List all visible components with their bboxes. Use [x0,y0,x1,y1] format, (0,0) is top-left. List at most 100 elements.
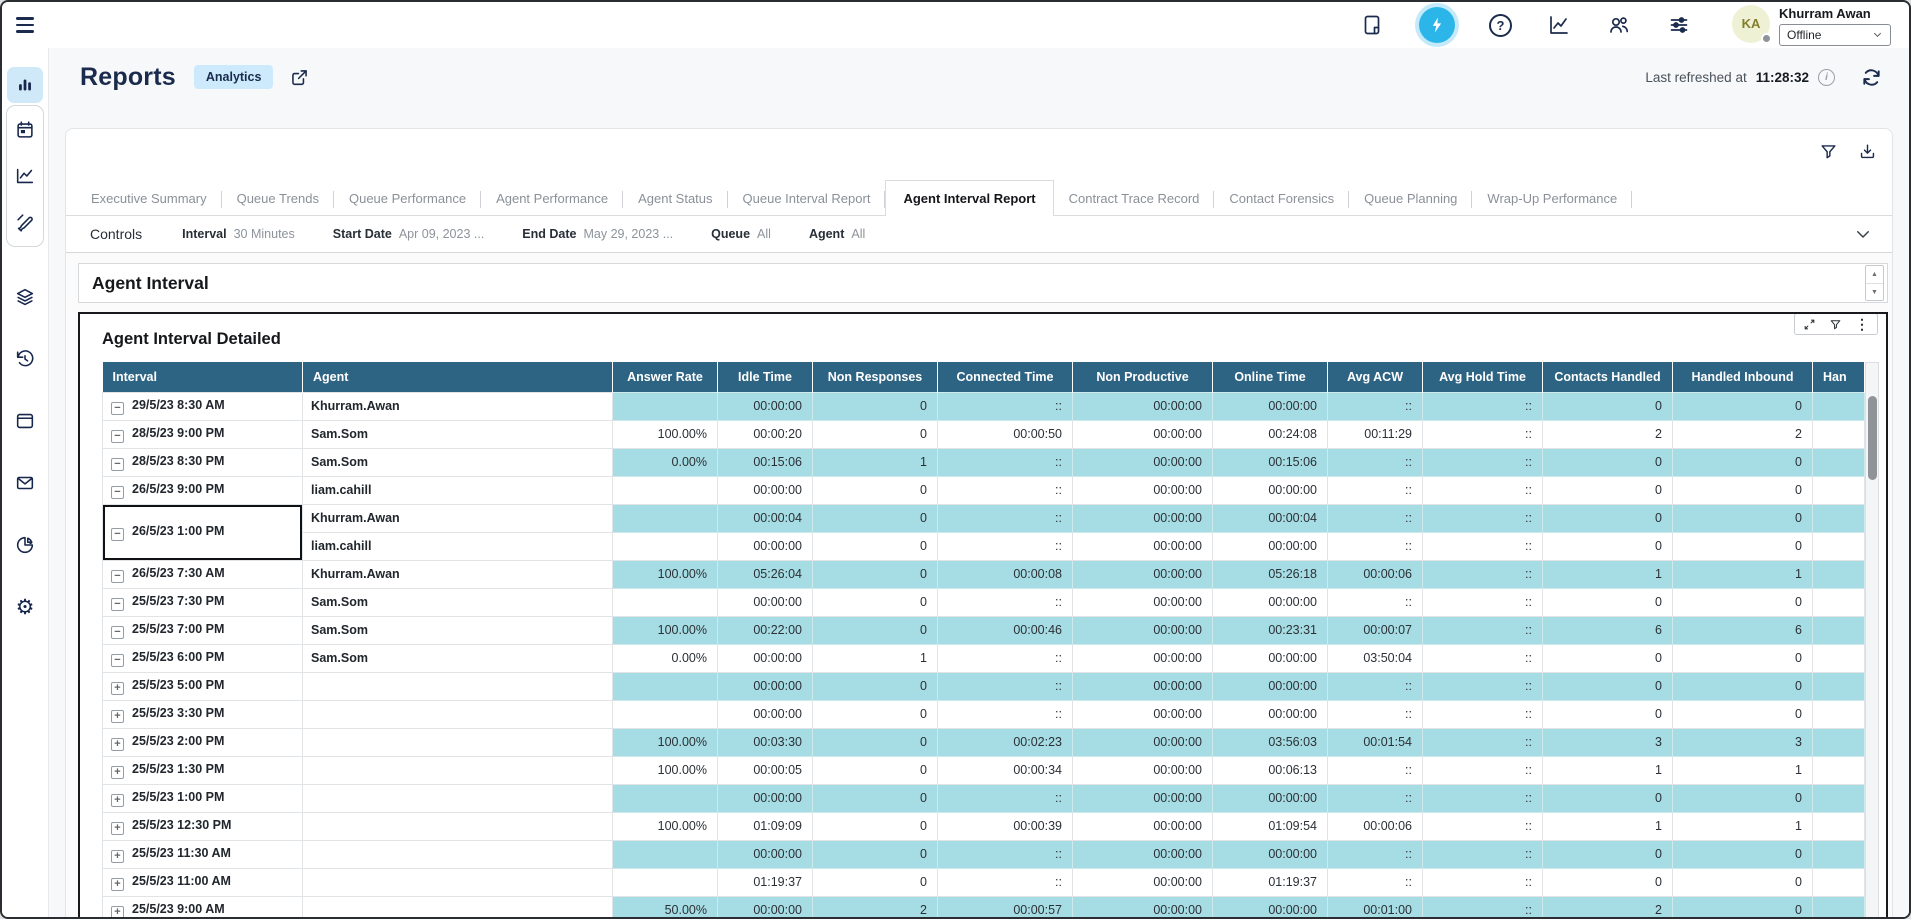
interval-cell[interactable]: +25/5/23 5:00 PM [103,672,303,700]
metric-cell[interactable] [1813,504,1865,532]
agent-cell[interactable]: liam.cahill [303,532,613,560]
metric-cell[interactable]: 00:00:00 [1073,868,1213,896]
expand-widget-button[interactable] [1803,318,1816,331]
metric-cell[interactable]: 0 [1673,784,1813,812]
metric-cell[interactable]: 0 [1673,392,1813,420]
collapse-row-icon[interactable]: − [111,598,124,611]
metric-cell[interactable]: :: [1423,756,1543,784]
metric-cell[interactable]: 0 [1673,672,1813,700]
agent-cell[interactable] [303,700,613,728]
metric-cell[interactable]: 00:23:31 [1213,616,1328,644]
metric-cell[interactable]: 0 [813,392,938,420]
metric-cell[interactable]: 00:00:07 [1328,616,1423,644]
metric-cell[interactable]: 00:00:00 [1213,896,1328,917]
metric-cell[interactable]: 1 [1543,756,1673,784]
metric-cell[interactable]: :: [1423,420,1543,448]
metric-cell[interactable] [1813,392,1865,420]
metric-cell[interactable]: 0 [813,812,938,840]
metric-cell[interactable]: :: [1328,588,1423,616]
metric-cell[interactable]: 0 [1543,588,1673,616]
collapse-row-icon[interactable]: − [111,486,124,499]
metric-cell[interactable] [613,700,718,728]
agent-cell[interactable] [303,728,613,756]
widget-more-button[interactable]: ⋮ [1855,317,1869,331]
metric-cell[interactable]: :: [938,784,1073,812]
agent-cell[interactable] [303,840,613,868]
metric-cell[interactable]: 0 [1673,896,1813,917]
metric-cell[interactable]: 0 [813,868,938,896]
metric-cell[interactable] [1813,728,1865,756]
assistant-bolt-icon[interactable] [1419,7,1455,43]
metric-cell[interactable]: :: [1328,784,1423,812]
interval-cell[interactable]: +25/5/23 1:00 PM [103,784,303,812]
agent-cell[interactable]: Khurram.Awan [303,504,613,532]
metric-cell[interactable]: :: [1423,840,1543,868]
metric-cell[interactable]: :: [1423,392,1543,420]
metric-cell[interactable]: 2 [1543,420,1673,448]
metric-cell[interactable]: 00:00:06 [1328,812,1423,840]
metric-cell[interactable] [613,532,718,560]
sidebar-item-schedule[interactable] [7,112,43,148]
metric-cell[interactable]: 03:50:04 [1328,644,1423,672]
metric-cell[interactable] [1813,560,1865,588]
collapse-row-icon[interactable]: − [111,402,124,415]
metric-cell[interactable]: 00:00:00 [1073,392,1213,420]
metric-cell[interactable] [1813,616,1865,644]
metric-cell[interactable] [613,504,718,532]
metric-cell[interactable]: 00:15:06 [718,448,813,476]
metric-cell[interactable]: :: [938,700,1073,728]
metric-cell[interactable]: 0 [1543,700,1673,728]
metric-cell[interactable]: 0 [1673,504,1813,532]
metric-cell[interactable]: 00:00:00 [1213,700,1328,728]
metric-cell[interactable]: 00:00:00 [1073,812,1213,840]
metric-cell[interactable]: 0 [813,756,938,784]
sidebar-item-trends[interactable] [7,158,43,194]
notes-icon[interactable] [1359,12,1385,38]
agent-cell[interactable] [303,896,613,917]
tab-contact-forensics[interactable]: Contact Forensics [1214,182,1349,215]
scroll-down-icon[interactable]: ▼ [1866,283,1883,300]
metric-cell[interactable]: 0 [1543,672,1673,700]
metric-cell[interactable]: :: [1423,476,1543,504]
metric-cell[interactable]: 00:00:00 [718,896,813,917]
agent-cell[interactable]: Sam.Som [303,448,613,476]
metric-cell[interactable]: 1 [813,448,938,476]
agent-cell[interactable]: Sam.Som [303,588,613,616]
metric-cell[interactable]: :: [1328,476,1423,504]
metric-cell[interactable]: 00:15:06 [1213,448,1328,476]
agent-cell[interactable]: Sam.Som [303,616,613,644]
agent-cell[interactable] [303,672,613,700]
metric-cell[interactable]: :: [1328,756,1423,784]
metric-cell[interactable]: 05:26:18 [1213,560,1328,588]
metric-cell[interactable]: 0 [813,784,938,812]
agent-cell[interactable] [303,812,613,840]
interval-cell[interactable]: −25/5/23 7:00 PM [103,616,303,644]
filter-end-date[interactable]: End Date May 29, 2023 ... [522,227,673,241]
tab-contract-trace-record[interactable]: Contract Trace Record [1054,182,1215,215]
metric-cell[interactable]: 0 [1543,476,1673,504]
metric-cell[interactable]: 1 [1543,560,1673,588]
table-vertical-scrollbar[interactable] [1865,362,1879,917]
metric-cell[interactable]: 1 [1673,812,1813,840]
metric-cell[interactable]: 00:00:00 [1073,560,1213,588]
analytics-line-icon[interactable] [1546,12,1572,38]
col-avg-acw[interactable]: Avg ACW [1328,362,1423,392]
col-handled-clipped[interactable]: Han [1813,362,1865,392]
metric-cell[interactable]: :: [1328,840,1423,868]
metric-cell[interactable] [1813,784,1865,812]
metric-cell[interactable]: 100.00% [613,812,718,840]
metric-cell[interactable]: 00:00:50 [938,420,1073,448]
tab-wrap-up-performance[interactable]: Wrap-Up Performance [1472,182,1632,215]
metric-cell[interactable] [613,840,718,868]
interval-cell[interactable]: −26/5/23 7:30 AM [103,560,303,588]
metric-cell[interactable]: 00:00:00 [718,532,813,560]
metric-cell[interactable]: 00:00:00 [1213,588,1328,616]
expand-row-icon[interactable]: + [111,878,124,891]
interval-cell[interactable]: −29/5/23 8:30 AM [103,392,303,420]
sidebar-item-mail[interactable] [7,465,43,501]
metric-cell[interactable] [613,784,718,812]
metric-cell[interactable]: 00:00:39 [938,812,1073,840]
metric-cell[interactable]: 00:00:04 [1213,504,1328,532]
metric-cell[interactable]: 00:00:46 [938,616,1073,644]
widget-filter-button[interactable] [1829,318,1842,331]
